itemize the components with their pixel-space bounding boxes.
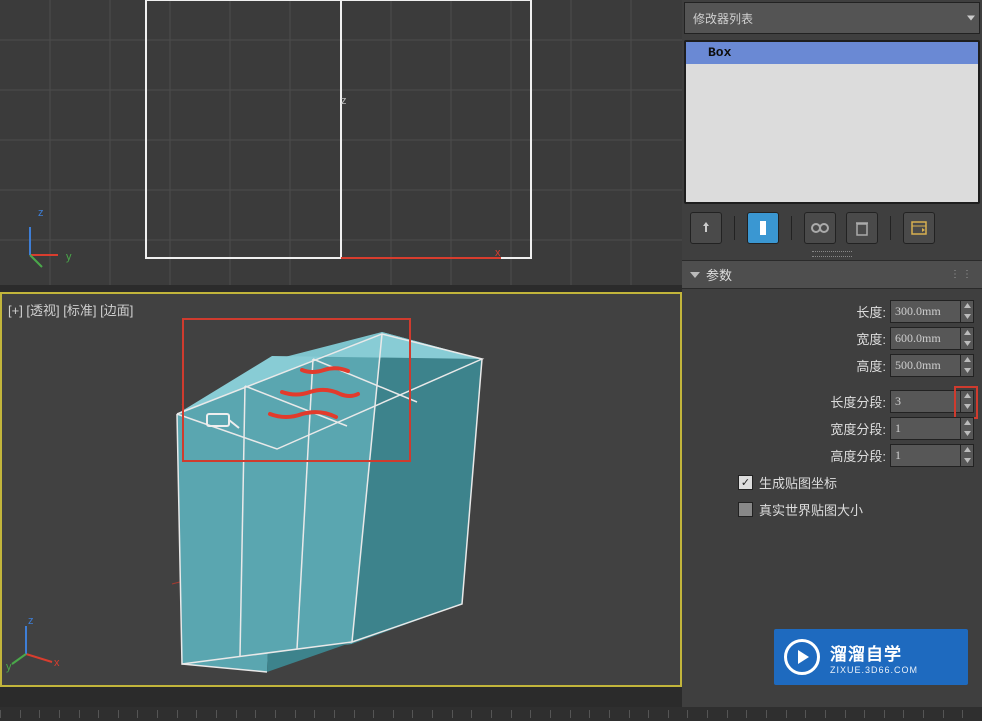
- width-value[interactable]: 600.0mm: [891, 331, 960, 346]
- length-segs-label: 长度分段:: [682, 392, 890, 411]
- remove-modifier-button[interactable]: [846, 212, 878, 244]
- make-unique-button[interactable]: [804, 212, 836, 244]
- svg-text:z: z: [28, 615, 34, 627]
- top-viewports: z y z x: [0, 0, 682, 285]
- separator: [791, 216, 792, 240]
- spinner-arrows[interactable]: [960, 418, 973, 439]
- real-world-label: 真实世界贴图大小: [759, 500, 863, 519]
- length-segs-spinner[interactable]: 3: [890, 390, 974, 413]
- length-value[interactable]: 300.0mm: [891, 304, 960, 319]
- height-label: 高度:: [682, 356, 890, 375]
- modifier-list-dropdown[interactable]: 修改器列表: [684, 2, 980, 34]
- modifier-stack[interactable]: Box: [684, 40, 980, 204]
- length-label: 长度:: [682, 302, 890, 321]
- rollout-dots-icon: ⋮⋮: [950, 269, 974, 280]
- width-segs-spinner[interactable]: 1: [890, 417, 974, 440]
- app-root: z y z x [+] [透视] [标准] [边: [0, 0, 982, 721]
- watermark-title: 溜溜自学: [830, 640, 918, 665]
- real-world-checkbox[interactable]: [738, 502, 753, 517]
- length-segs-value[interactable]: 3: [891, 394, 960, 409]
- height-segs-value[interactable]: 1: [891, 448, 960, 463]
- height-segs-label: 高度分段:: [682, 446, 890, 465]
- height-spinner[interactable]: 500.0mm: [890, 354, 974, 377]
- timeline[interactable]: [0, 707, 982, 721]
- width-label: 宽度:: [682, 329, 890, 348]
- modifier-list-label: 修改器列表: [693, 10, 753, 27]
- svg-text:x: x: [54, 657, 60, 669]
- spinner-arrows[interactable]: [960, 301, 973, 322]
- rollout-header-params[interactable]: 参数 ⋮⋮: [682, 260, 982, 289]
- pin-stack-button[interactable]: [690, 212, 722, 244]
- modifier-stack-toolbar: [684, 208, 980, 248]
- viewport-top-left[interactable]: z y: [0, 0, 341, 285]
- triangle-down-icon: [690, 272, 700, 278]
- configure-sets-button[interactable]: [903, 212, 935, 244]
- svg-text:y: y: [6, 661, 12, 673]
- axis-label-y: y: [66, 251, 72, 263]
- gen-mapping-label: 生成贴图坐标: [759, 473, 837, 492]
- rollout-title: 参数: [706, 265, 732, 284]
- play-icon: [784, 639, 820, 675]
- width-segs-label: 宽度分段:: [682, 419, 890, 438]
- watermark-sub: ZIXUE.3D66.COM: [830, 665, 918, 675]
- svg-text:z: z: [341, 95, 347, 107]
- height-segs-spinner[interactable]: 1: [890, 444, 974, 467]
- svg-text:x: x: [495, 247, 501, 259]
- real-world-row[interactable]: 真实世界贴图大小: [682, 496, 974, 523]
- chevron-down-icon: [967, 16, 975, 21]
- length-spinner[interactable]: 300.0mm: [890, 300, 974, 323]
- spinner-arrows[interactable]: [960, 445, 973, 466]
- width-spinner[interactable]: 600.0mm: [890, 327, 974, 350]
- viewport-perspective[interactable]: [+] [透视] [标准] [边面] x y z: [0, 292, 682, 687]
- panel-grip[interactable]: [682, 250, 982, 258]
- viewport-top-right[interactable]: z x: [341, 0, 682, 285]
- modifier-stack-item-box[interactable]: Box: [686, 42, 978, 64]
- separator: [890, 216, 891, 240]
- watermark: 溜溜自学 ZIXUE.3D66.COM: [774, 629, 968, 685]
- spinner-arrows[interactable]: [960, 328, 973, 349]
- spinner-arrows[interactable]: [960, 355, 973, 376]
- rollout-params: 长度: 300.0mm 宽度: 600.0mm: [682, 289, 982, 531]
- gen-mapping-row[interactable]: ✓ 生成贴图坐标: [682, 469, 974, 496]
- separator: [734, 216, 735, 240]
- gen-mapping-checkbox[interactable]: ✓: [738, 475, 753, 490]
- show-end-result-button[interactable]: [747, 212, 779, 244]
- axis-label-z: z: [38, 207, 44, 219]
- spinner-arrows[interactable]: [960, 391, 973, 412]
- width-segs-value[interactable]: 1: [891, 421, 960, 436]
- height-value[interactable]: 500.0mm: [891, 358, 960, 373]
- command-panel: 修改器列表 Box: [682, 0, 982, 721]
